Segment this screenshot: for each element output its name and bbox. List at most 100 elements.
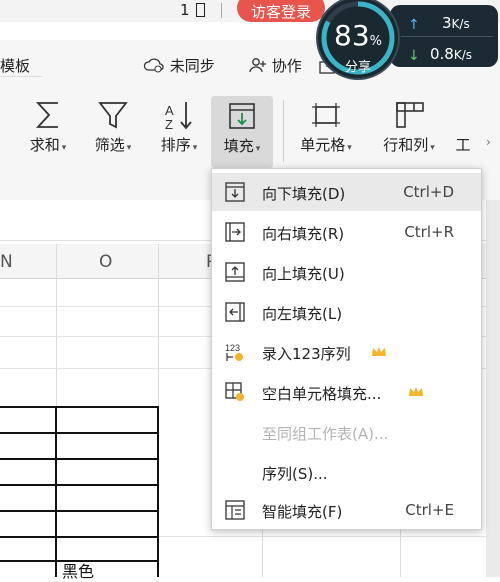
- chevron-down-icon: ▾: [126, 143, 132, 153]
- svg-text:A: A: [165, 103, 174, 118]
- collaborate-button[interactable]: 协作: [249, 55, 302, 76]
- download-unit: K/s: [453, 48, 473, 62]
- svg-text:123: 123: [225, 343, 240, 353]
- ribbon-scroll-right[interactable]: ›: [486, 115, 500, 175]
- template-tab[interactable]: 模板: [0, 55, 30, 76]
- worksheet-button[interactable]: 工: [452, 95, 474, 167]
- cell-border: [0, 406, 159, 408]
- speed-divider: [401, 36, 493, 37]
- sync-status-button[interactable]: 未同步: [143, 55, 215, 76]
- cell-border: [157, 406, 159, 577]
- cell-border: [0, 432, 159, 434]
- rows-cols-icon: [396, 102, 424, 128]
- collab-label: 协作: [271, 57, 302, 75]
- chevron-down-icon: ▾: [192, 143, 198, 153]
- template-underline: [0, 76, 42, 77]
- cell-value[interactable]: 黑色: [62, 558, 94, 582]
- menu-item-to-group-sheets: 至同组工作表(A)...: [212, 413, 481, 451]
- menu-item-fill-down[interactable]: 向下填充(D) Ctrl+D: [212, 173, 481, 211]
- chevron-right-icon: ›: [486, 135, 491, 149]
- rows-cols-button[interactable]: 行和列 ▾: [374, 95, 444, 167]
- page-indicator[interactable]: 1: [180, 1, 208, 19]
- column-header-n[interactable]: N: [0, 252, 13, 272]
- fill-button[interactable]: 填充 ▾: [211, 96, 273, 168]
- fill-label: 填充: [223, 137, 254, 155]
- menu-item-label: 至同组工作表(A)...: [262, 425, 389, 443]
- chevron-down-icon: ▾: [347, 143, 352, 153]
- fill-up-icon: [225, 262, 245, 282]
- rows-cols-label: 行和列: [383, 136, 429, 154]
- download-speed: ↓ 0.8K/s: [408, 45, 472, 64]
- sort-label: 排序: [160, 136, 191, 154]
- chevron-down-icon: ▾: [61, 143, 67, 153]
- cell-border: [0, 484, 159, 486]
- crown-icon: [409, 387, 423, 396]
- menu-item-shortcut: Ctrl+E: [405, 501, 454, 519]
- smart-fill-icon: [225, 500, 245, 520]
- column-header-o[interactable]: O: [99, 252, 112, 272]
- upload-unit: K/s: [451, 17, 470, 31]
- arrow-up-icon: ↑: [408, 17, 420, 33]
- worksheet-label: 工: [455, 136, 471, 154]
- fill-down-icon: [225, 182, 245, 202]
- menu-item-label: 向右填充(R): [262, 225, 345, 243]
- menu-item-fill-right[interactable]: 向右填充(R) Ctrl+R: [212, 213, 481, 251]
- menu-item-label: 录入123序列: [262, 345, 351, 363]
- fill-dropdown-menu: 向下填充(D) Ctrl+D 向右填充(R) Ctrl+R 向上填充(U) 向左…: [211, 168, 482, 530]
- menu-item-series[interactable]: 序列(S)...: [212, 453, 481, 491]
- vertical-scrollbar[interactable]: [486, 200, 500, 577]
- filter-icon: [98, 102, 128, 129]
- menu-item-shortcut: Ctrl+D: [403, 183, 454, 201]
- menu-item-label: 空白单元格填充...: [262, 385, 382, 403]
- title-divider: [221, 3, 222, 18]
- menu-item-shortcut: Ctrl+R: [404, 223, 454, 241]
- fill-icon: [229, 103, 255, 129]
- cloud-sync-icon: [143, 58, 164, 73]
- upload-speed: ↑ 3K/s: [408, 14, 470, 33]
- chevron-down-icon: ▾: [430, 143, 435, 153]
- cell-button[interactable]: 单元格 ▾: [293, 95, 359, 167]
- svg-text:Z: Z: [165, 117, 173, 131]
- sort-button[interactable]: A Z 排序 ▾: [153, 95, 205, 167]
- sequence-123-icon: 123: [225, 343, 243, 361]
- menu-item-label: 序列(S)...: [262, 465, 328, 483]
- blank-fill-icon: [225, 382, 244, 401]
- cell-border: [0, 458, 159, 460]
- crown-icon: [372, 347, 386, 356]
- arrow-down-icon: ↓: [408, 48, 420, 64]
- menu-item-blank-cell-fill[interactable]: 空白单元格填充...: [212, 373, 481, 411]
- percent-sign: %: [369, 34, 382, 49]
- percent-value: 83: [334, 19, 370, 52]
- upload-value: 3: [442, 14, 452, 32]
- menu-item-label: 向上填充(U): [262, 265, 345, 283]
- cell-border: [0, 510, 159, 512]
- guest-login-button[interactable]: 访客登录: [237, 0, 325, 22]
- fill-right-icon: [225, 222, 245, 242]
- cell-icon: [312, 103, 340, 127]
- menu-item-label: 向左填充(L): [262, 305, 343, 323]
- sigma-icon: [35, 102, 58, 128]
- page-number: 1: [180, 1, 190, 19]
- download-value: 0.8: [430, 45, 454, 63]
- filter-button[interactable]: 筛选 ▾: [88, 95, 138, 167]
- filter-label: 筛选: [94, 136, 125, 154]
- menu-item-label: 智能填充(F): [262, 503, 343, 521]
- cell-border: [55, 406, 57, 577]
- share-label-overlay[interactable]: 分享: [326, 56, 390, 75]
- menu-item-fill-left[interactable]: 向左填充(L): [212, 293, 481, 331]
- menu-item-smart-fill[interactable]: 智能填充(F) Ctrl+E: [212, 491, 481, 529]
- person-add-icon: [249, 58, 266, 73]
- page-frame-icon: [196, 3, 205, 17]
- menu-item-sequence-123[interactable]: 123 录入123序列: [212, 333, 481, 371]
- sync-label: 未同步: [169, 57, 215, 75]
- ribbon-divider: [283, 100, 284, 162]
- sort-icon: A Z: [165, 102, 192, 131]
- memory-percent: 83%: [322, 19, 394, 52]
- menu-item-label: 向下填充(D): [262, 185, 346, 203]
- chevron-down-icon: ▾: [255, 144, 261, 154]
- sum-label: 求和: [29, 136, 60, 154]
- fill-left-icon: [225, 302, 245, 322]
- cell-label: 单元格: [300, 136, 346, 154]
- sum-button[interactable]: 求和 ▾: [24, 95, 72, 167]
- menu-item-fill-up[interactable]: 向上填充(U): [212, 253, 481, 291]
